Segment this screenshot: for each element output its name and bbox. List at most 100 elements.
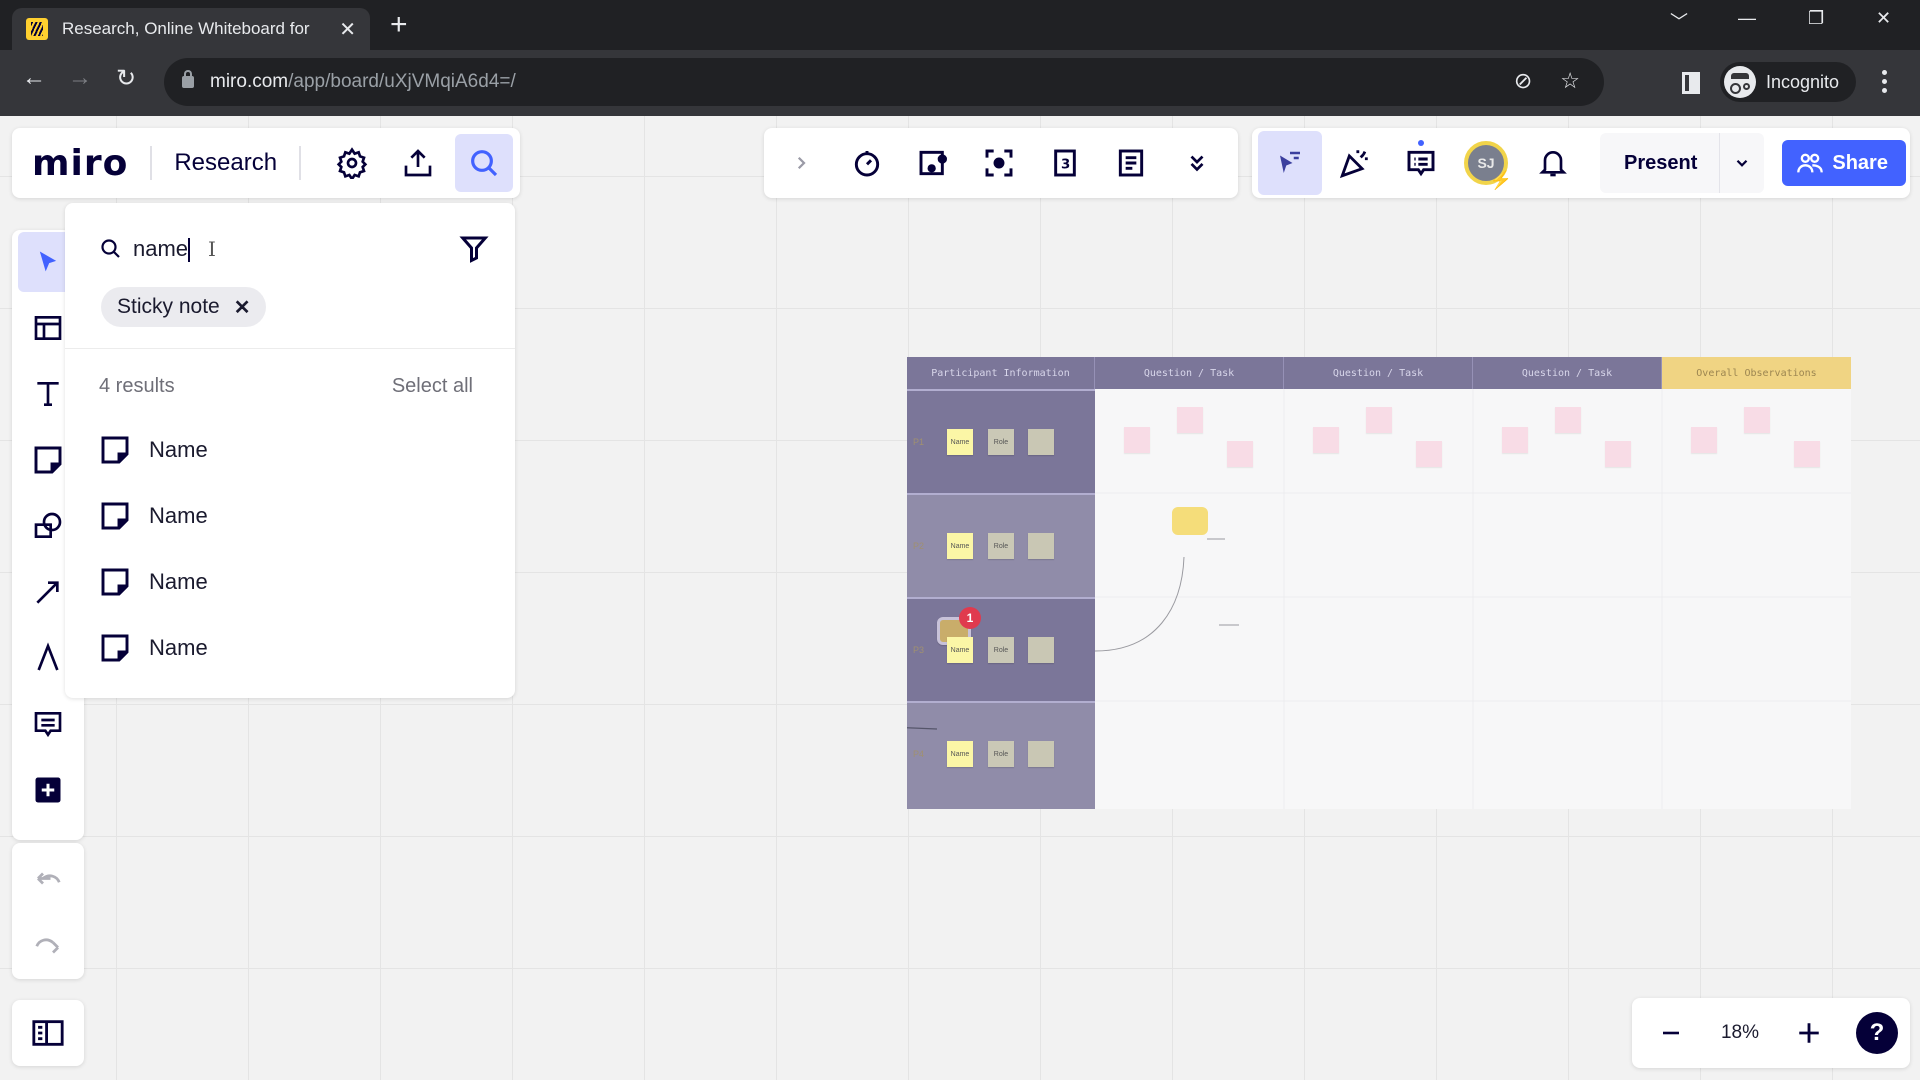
url-path: /app/board/uXjVMqiA6d4=/ — [288, 71, 516, 92]
frames-list-icon — [32, 1020, 64, 1046]
close-tab-icon[interactable]: ✕ — [339, 17, 356, 42]
tool-more-apps[interactable] — [18, 760, 78, 820]
pink-sticky-note[interactable] — [1605, 441, 1631, 467]
export-button[interactable] — [389, 134, 447, 192]
search-input[interactable]: name I — [99, 231, 489, 267]
chevron-down-icon — [1737, 159, 1748, 167]
url-field[interactable]: miro.com/app/board/uXjVMqiA6d4=/ ⊘ ☆ — [164, 58, 1604, 106]
eye-off-icon[interactable]: ⊘ — [1514, 68, 1532, 94]
zoom-out-button[interactable] — [1642, 1004, 1700, 1062]
frames-button[interactable] — [18, 1003, 78, 1063]
redo-button[interactable] — [18, 915, 78, 975]
zoom-in-button[interactable] — [1780, 1004, 1838, 1062]
pink-sticky-note[interactable] — [1416, 441, 1442, 467]
sticky-note-notes[interactable] — [1028, 533, 1054, 559]
browser-tab[interactable]: Research, Online Whiteboard for ✕ — [12, 8, 370, 50]
celebrate-button[interactable] — [1322, 134, 1388, 192]
forward-icon[interactable]: → — [68, 64, 92, 92]
reload-icon[interactable]: ↻ — [116, 64, 136, 93]
text-caret — [188, 238, 191, 263]
back-icon[interactable]: ← — [22, 64, 46, 92]
party-popper-icon — [1339, 150, 1368, 179]
collaboration-toolbar: 3 — [764, 128, 1238, 198]
present-options-button[interactable] — [1720, 154, 1764, 172]
bookmark-star-icon[interactable]: ☆ — [1560, 68, 1580, 94]
new-tab-icon[interactable]: + — [390, 10, 408, 40]
url-host: miro.com — [210, 71, 289, 92]
pink-sticky-note[interactable] — [1691, 427, 1717, 453]
remove-filter-icon[interactable]: ✕ — [234, 295, 251, 320]
select-all-button[interactable]: Select all — [392, 375, 473, 398]
redo-icon — [35, 938, 59, 954]
search-result-item[interactable]: Name — [99, 557, 479, 607]
filter-icon[interactable] — [459, 233, 489, 263]
notes-button[interactable] — [1098, 134, 1164, 192]
zoom-level[interactable]: 18% — [1700, 1022, 1780, 1044]
search-button[interactable] — [455, 134, 514, 192]
arrow-line-icon — [36, 581, 59, 604]
restore-icon[interactable]: ❐ — [1808, 8, 1824, 29]
search-result-item[interactable]: Name — [99, 425, 479, 475]
close-window-icon[interactable]: ✕ — [1876, 8, 1891, 29]
sticky-note-role[interactable]: Role — [988, 533, 1014, 559]
comment-count-badge[interactable]: 1 — [959, 607, 981, 629]
tab-search-chevron-icon[interactable]: ﹀ — [1670, 8, 1688, 34]
yellow-comment-card[interactable] — [1172, 507, 1208, 535]
activity-feed-button[interactable] — [1388, 134, 1454, 192]
sticky-note-notes[interactable] — [1028, 741, 1054, 767]
browser-menu-icon[interactable] — [1882, 70, 1888, 93]
reactions-cursor-button[interactable] — [1258, 131, 1322, 195]
minus-icon — [1663, 1031, 1679, 1035]
sticky-note-notes[interactable] — [1028, 637, 1054, 663]
notifications-button[interactable] — [1520, 134, 1586, 192]
filter-chip-sticky-note[interactable]: Sticky note ✕ — [101, 287, 267, 327]
present-button[interactable]: Present — [1600, 133, 1721, 193]
sticky-note-icon — [34, 446, 62, 474]
users-icon — [1797, 153, 1824, 173]
sticky-note-name[interactable]: Name — [947, 429, 973, 455]
pink-sticky-note[interactable] — [1227, 441, 1253, 467]
minimize-icon[interactable]: — — [1738, 8, 1756, 29]
pink-sticky-note[interactable] — [1313, 427, 1339, 453]
search-icon — [101, 239, 120, 258]
expand-toolbar-button[interactable] — [768, 134, 834, 192]
shapes-icon — [34, 512, 62, 538]
sticky-note-role[interactable]: Role — [988, 429, 1014, 455]
tool-comment[interactable] — [18, 694, 78, 754]
pink-sticky-note[interactable] — [1555, 407, 1581, 433]
undo-button[interactable] — [18, 851, 78, 911]
user-avatar[interactable]: SJ ⚡ — [1464, 141, 1512, 190]
help-button[interactable]: ? — [1856, 1012, 1898, 1054]
chevron-right-icon — [797, 156, 806, 170]
voting-button[interactable] — [900, 134, 966, 192]
sticky-note-role[interactable]: Role — [988, 637, 1014, 663]
board-name[interactable]: Research — [174, 149, 277, 177]
estimation-button[interactable]: 3 — [1032, 134, 1098, 192]
incognito-profile[interactable]: Incognito — [1720, 62, 1856, 102]
header-question-task-1: Question / Task — [1095, 357, 1284, 389]
pink-sticky-note[interactable] — [1124, 427, 1150, 453]
search-result-item[interactable]: Name — [99, 491, 479, 541]
sticky-note-name[interactable]: Name — [947, 533, 973, 559]
bring-to-me-icon — [985, 149, 1013, 177]
bell-icon — [1539, 151, 1567, 177]
timer-button[interactable] — [834, 134, 900, 192]
research-board-frame[interactable]: Participant Information Question / Task … — [907, 357, 1851, 809]
pink-sticky-note[interactable] — [1794, 441, 1820, 467]
sticky-note-role[interactable]: Role — [988, 741, 1014, 767]
pink-sticky-note[interactable] — [1177, 407, 1203, 433]
share-button[interactable]: Share — [1782, 140, 1906, 186]
pink-sticky-note[interactable] — [1502, 427, 1528, 453]
miro-logo[interactable]: miro — [32, 143, 128, 184]
sticky-note-notes[interactable] — [1028, 429, 1054, 455]
pink-sticky-note[interactable] — [1744, 407, 1770, 433]
more-tools-button[interactable] — [1164, 134, 1230, 192]
settings-button[interactable] — [323, 134, 381, 192]
sticky-note-name[interactable]: Name — [947, 741, 973, 767]
sticky-note-name[interactable]: Name — [947, 637, 973, 663]
search-result-item[interactable]: Name — [99, 623, 479, 673]
search-icon — [471, 150, 498, 177]
attention-button[interactable] — [966, 134, 1032, 192]
pink-sticky-note[interactable] — [1366, 407, 1392, 433]
side-panel-icon[interactable] — [1682, 72, 1700, 94]
